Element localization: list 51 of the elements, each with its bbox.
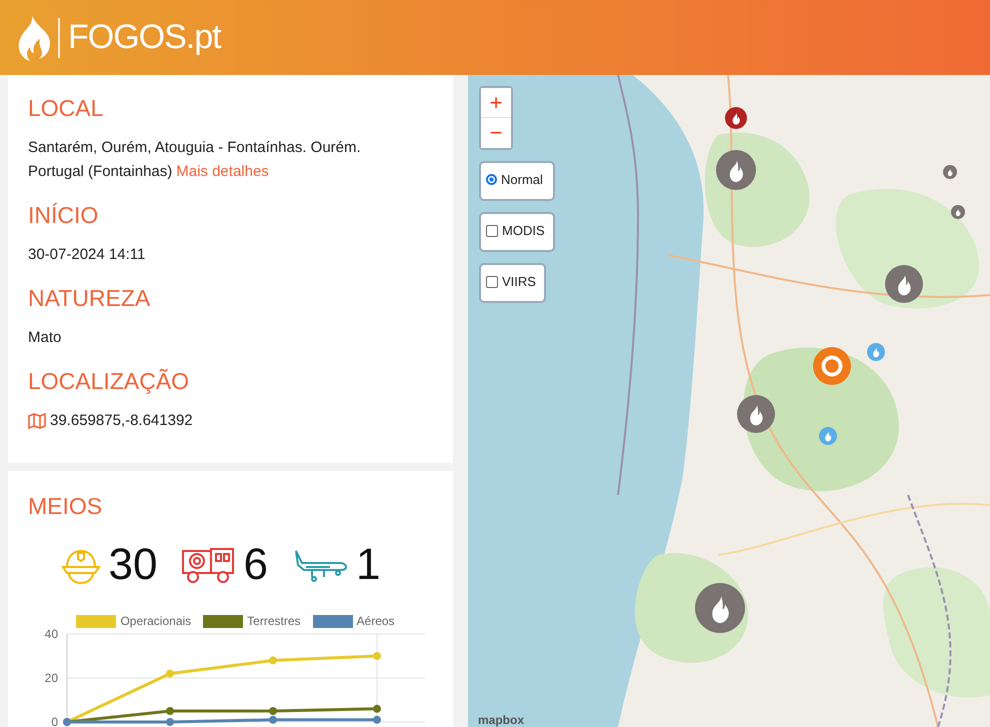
layer-option[interactable]: MODIS (479, 212, 555, 252)
radio-button[interactable] (486, 174, 497, 185)
axis-tick: 20 (44, 671, 58, 685)
fire-marker-icon[interactable] (943, 165, 957, 179)
checkbox[interactable] (486, 276, 498, 288)
point (373, 652, 381, 660)
fire-truck-icon (181, 545, 236, 585)
detail-text: Santarém, Ourém, Atouguia - Fontaínhas. Ourém. Portugal (Fontainhas) Mais detalhes (28, 138, 362, 182)
section-heading: LOCALIZAÇÃO (28, 368, 190, 395)
legend-label: Terrestres (247, 614, 301, 628)
point (269, 656, 277, 664)
layer-label: MODIS (502, 223, 545, 238)
count-number: 1 (356, 540, 380, 590)
section-heading: NATUREZA (28, 285, 150, 312)
fire-marker-icon[interactable] (951, 205, 965, 219)
details-link[interactable]: Mais detalhes (176, 163, 269, 180)
detail-text: Mato (28, 328, 62, 348)
axis-tick: 40 (44, 628, 58, 641)
active-fire-marker-icon[interactable] (813, 347, 851, 385)
coordinates-text: 39.659875,-8.641392 (50, 411, 193, 431)
checkbox[interactable] (486, 225, 498, 237)
point (269, 707, 277, 715)
fire-marker-icon[interactable] (885, 265, 923, 303)
layer-label: VIIRS (502, 274, 536, 289)
detail-text: 30-07-2024 14:11 (28, 245, 146, 265)
count-number: 30 (108, 540, 158, 590)
point (373, 716, 381, 724)
section-heading: INÍCIO (28, 202, 98, 229)
fire-marker-icon[interactable] (819, 427, 837, 445)
point (269, 716, 277, 724)
count-number: 6 (243, 540, 268, 590)
point (166, 670, 174, 678)
section-heading: MEIOS (28, 493, 102, 520)
map-attribution[interactable]: mapbox (478, 713, 524, 727)
point (166, 718, 174, 726)
legend-label: Aéreos (356, 614, 395, 628)
zoom-in-button[interactable]: + (481, 88, 511, 118)
section-heading: LOCAL (28, 95, 104, 122)
point (166, 707, 174, 715)
fire-marker-icon[interactable] (725, 107, 747, 129)
legend-label: Operacionais (120, 614, 192, 628)
layer-option[interactable]: VIIRS (479, 263, 546, 303)
axis-tick: 0 (51, 715, 58, 727)
fire-marker-icon[interactable] (695, 583, 745, 633)
layer-label: Normal (501, 172, 543, 187)
layer-option[interactable]: Normal (479, 161, 555, 201)
map-icon (28, 413, 46, 429)
fire-marker-icon[interactable] (716, 150, 756, 190)
point (373, 704, 381, 713)
fire-marker-icon[interactable] (737, 395, 775, 433)
fire-marker-icon[interactable] (867, 343, 885, 361)
